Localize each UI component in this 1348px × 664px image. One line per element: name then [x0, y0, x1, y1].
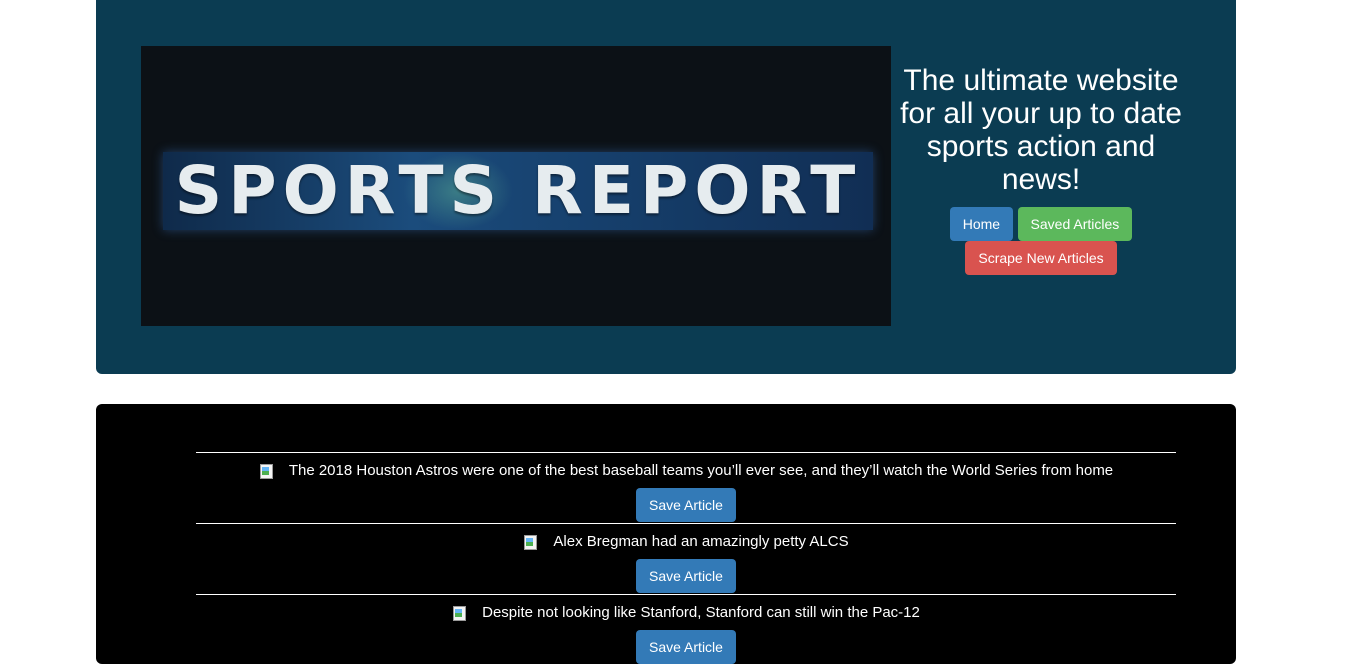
save-article-button[interactable]: Save Article	[636, 630, 736, 664]
article-list: The 2018 Houston Astros were one of the …	[196, 452, 1176, 664]
save-article-button[interactable]: Save Article	[636, 559, 736, 593]
saved-articles-button[interactable]: Saved Articles	[1017, 207, 1133, 241]
article-item: The 2018 Houston Astros were one of the …	[196, 452, 1176, 523]
logo-text: SPORTS REPORT	[174, 152, 862, 229]
logo-banner: SPORTS REPORT	[163, 152, 873, 230]
header-right-panel: The ultimate website for all your up to …	[891, 64, 1191, 275]
broken-image-icon	[259, 463, 275, 479]
article-headline[interactable]: Despite not looking like Stanford, Stanf…	[482, 604, 920, 621]
home-button[interactable]: Home	[949, 207, 1014, 241]
article-item: Despite not looking like Stanford, Stanf…	[196, 594, 1176, 664]
nav-row: Home Saved Articles	[891, 207, 1191, 241]
save-article-button[interactable]: Save Article	[636, 488, 736, 522]
broken-image-icon	[523, 534, 539, 550]
sports-report-logo: SPORTS REPORT	[141, 46, 891, 326]
header-jumbotron: SPORTS REPORT The ultimate website for a…	[96, 0, 1236, 374]
articles-panel: The 2018 Houston Astros were one of the …	[96, 404, 1236, 664]
article-headline[interactable]: The 2018 Houston Astros were one of the …	[289, 462, 1113, 479]
article-headline[interactable]: Alex Bregman had an amazingly petty ALCS	[553, 533, 848, 550]
page-tagline: The ultimate website for all your up to …	[900, 64, 1182, 196]
broken-image-icon	[452, 605, 468, 621]
nav-row-2: Scrape New Articles	[891, 241, 1191, 275]
article-item: Alex Bregman had an amazingly petty ALCS…	[196, 523, 1176, 594]
scrape-new-articles-button[interactable]: Scrape New Articles	[965, 241, 1117, 275]
